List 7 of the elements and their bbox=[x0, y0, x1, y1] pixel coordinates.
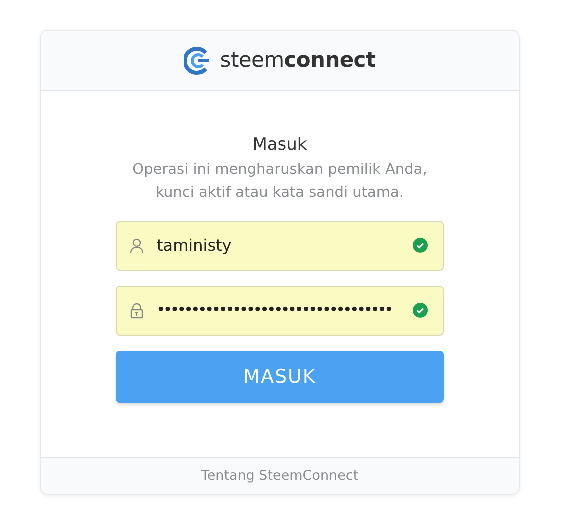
page-title: Masuk bbox=[252, 134, 308, 157]
lock-icon bbox=[130, 302, 144, 319]
username-field[interactable]: taministy bbox=[116, 220, 444, 271]
user-icon bbox=[130, 238, 144, 254]
password-field[interactable]: •••••••••••••••••••••••••••••••••• bbox=[116, 286, 444, 336]
description: Operasi ini mengharuskan pemilik Anda, kunci aktif atau kata sandi utama. bbox=[132, 160, 428, 203]
brand-name: steemconnect bbox=[220, 46, 376, 74]
